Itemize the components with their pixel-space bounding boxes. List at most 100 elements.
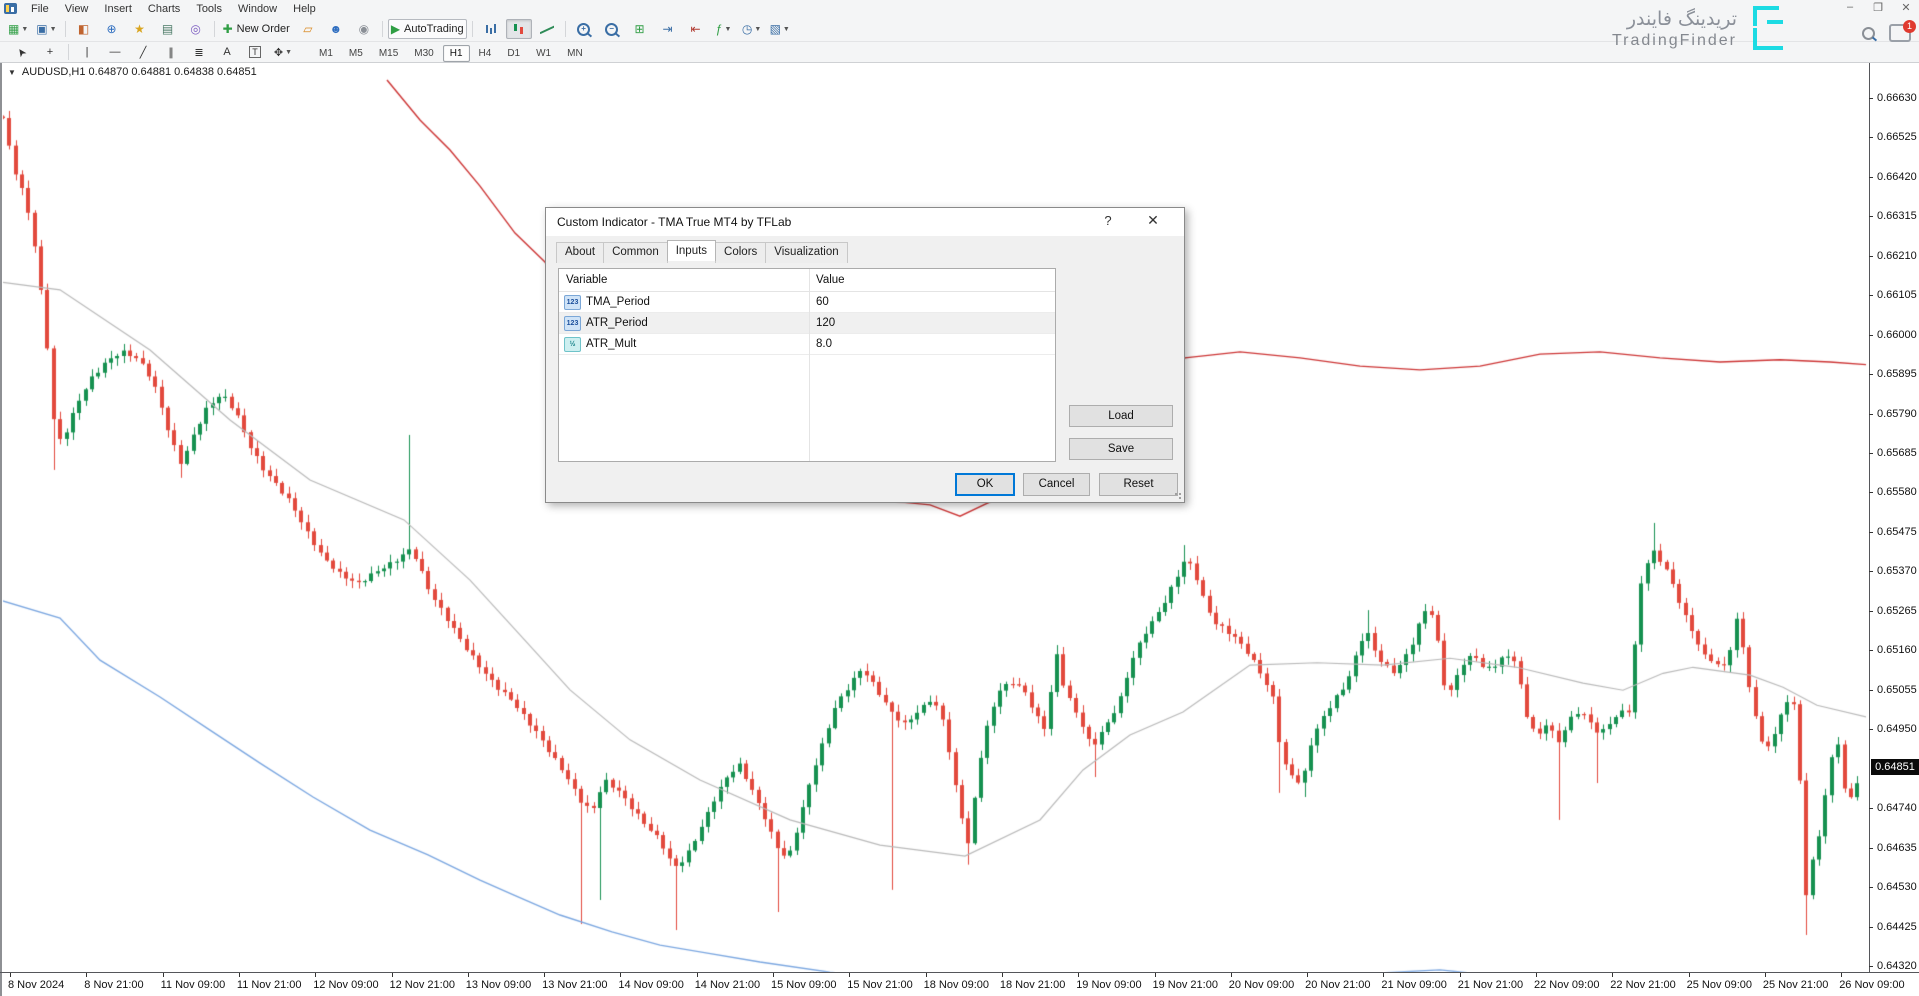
tile-windows-button[interactable]: ⊞ xyxy=(627,19,653,39)
fibonacci-tool-button[interactable]: ≣ xyxy=(186,42,212,62)
save-button[interactable]: Save xyxy=(1069,438,1173,460)
templates-button[interactable]: ▧▼ xyxy=(767,19,793,39)
new-chart-icon: ▦ xyxy=(8,22,19,36)
time-axis-label: 13 Nov 21:00 xyxy=(542,979,607,991)
resize-grip[interactable] xyxy=(1174,492,1182,500)
autotrading-icon: ▶ xyxy=(391,22,400,36)
dialog-close-icon[interactable]: ✕ xyxy=(1140,212,1166,229)
minimize-button[interactable]: – xyxy=(1841,1,1859,14)
search-icon[interactable] xyxy=(1862,27,1875,40)
time-tick xyxy=(1460,973,1461,977)
dialog-title: Custom Indicator - TMA True MT4 by TFLab xyxy=(557,215,791,229)
timeframe-m5[interactable]: M5 xyxy=(342,45,370,62)
timeframe-h1[interactable]: H1 xyxy=(443,45,470,62)
chart-shift-button[interactable]: ⇤ xyxy=(683,19,709,39)
menu-window[interactable]: Window xyxy=(230,1,285,17)
timeframe-m1[interactable]: M1 xyxy=(312,45,340,62)
indicators-list-button[interactable]: ƒ▼ xyxy=(711,19,737,39)
text-label-tool-button[interactable]: T xyxy=(242,42,268,62)
variable-value[interactable]: 8.0 xyxy=(809,334,1055,354)
chat-icon[interactable]: 1 xyxy=(1889,24,1911,42)
dialog-titlebar[interactable]: Custom Indicator - TMA True MT4 by TFLab… xyxy=(546,208,1184,236)
load-button[interactable]: Load xyxy=(1069,405,1173,427)
market-watch-button[interactable]: ◧ xyxy=(71,19,97,39)
input-row-atr_mult[interactable]: ½ATR_Mult8.0 xyxy=(559,334,1055,355)
tab-common[interactable]: Common xyxy=(603,242,668,263)
tab-about[interactable]: About xyxy=(556,242,604,263)
new-order-button[interactable]: ✚New Order xyxy=(220,19,293,39)
vertical-line-tool-button[interactable]: | xyxy=(74,42,100,62)
time-tick xyxy=(773,973,774,977)
dropdown-caret-icon: ▼ xyxy=(50,26,57,33)
strategy-tester-button[interactable]: ◎ xyxy=(183,19,209,39)
menu-charts[interactable]: Charts xyxy=(140,1,188,17)
equidistant-channel-tool-button[interactable]: ∥ xyxy=(158,42,184,62)
time-axis-label: 20 Nov 09:00 xyxy=(1229,979,1294,991)
data-window-button[interactable]: ⊕ xyxy=(99,19,125,39)
variable-value[interactable]: 120 xyxy=(809,313,1055,333)
restore-button[interactable]: ❐ xyxy=(1869,1,1887,14)
timeframe-d1[interactable]: D1 xyxy=(500,45,527,62)
periods-button[interactable]: ◷▼ xyxy=(739,19,765,39)
bar-chart-button[interactable] xyxy=(478,19,504,39)
time-axis-label: 20 Nov 21:00 xyxy=(1305,979,1370,991)
auto-scroll-button[interactable]: ⇥ xyxy=(655,19,681,39)
close-button[interactable]: ✕ xyxy=(1897,1,1915,14)
cursor-tool-button[interactable]: ➤ xyxy=(9,42,35,62)
cancel-button[interactable]: Cancel xyxy=(1023,473,1090,496)
timeframe-w1[interactable]: W1 xyxy=(529,45,558,62)
new-chart-button[interactable]: ▦▼ xyxy=(5,19,31,39)
autotrading-button[interactable]: ▶AutoTrading xyxy=(388,19,467,39)
variable-value[interactable]: 60 xyxy=(809,292,1055,312)
news-button[interactable]: ◉ xyxy=(351,19,377,39)
price-tick xyxy=(1869,137,1873,138)
dropdown-caret-icon: ▼ xyxy=(754,26,761,33)
community-button[interactable]: ☻ xyxy=(323,19,349,39)
toolbar-separator xyxy=(472,21,473,37)
input-row-atr_period[interactable]: 123ATR_Period120 xyxy=(559,313,1055,334)
zoom-in-button[interactable]: + xyxy=(571,19,597,39)
periods-icon: ◷ xyxy=(742,22,752,36)
time-tick xyxy=(1612,973,1613,977)
candle-chart-button[interactable] xyxy=(506,19,532,39)
time-axis-label: 26 Nov 09:00 xyxy=(1839,979,1904,991)
tab-inputs[interactable]: Inputs xyxy=(667,240,716,261)
zoom-out-button[interactable]: − xyxy=(599,19,625,39)
navigator-button[interactable]: ★ xyxy=(127,19,153,39)
profiles-button[interactable]: ▣▼ xyxy=(33,19,59,39)
price-axis-label: 0.65265 xyxy=(1877,605,1917,617)
menu-insert[interactable]: Insert xyxy=(96,1,140,17)
menu-file[interactable]: File xyxy=(23,1,57,17)
trend-line-tool-button[interactable]: ╱ xyxy=(130,42,156,62)
input-row-tma_period[interactable]: 123TMA_Period60 xyxy=(559,292,1055,313)
terminal-button[interactable]: ▤ xyxy=(155,19,181,39)
crosshair-tool-button[interactable]: + xyxy=(37,42,63,62)
tab-colors[interactable]: Colors xyxy=(715,242,766,263)
chevron-down-icon[interactable]: ▼ xyxy=(8,68,16,77)
reset-button[interactable]: Reset xyxy=(1099,473,1178,496)
time-tick xyxy=(468,973,469,977)
time-axis-label: 13 Nov 09:00 xyxy=(466,979,531,991)
indicator-dialog: Custom Indicator - TMA True MT4 by TFLab… xyxy=(545,207,1185,503)
text-tool-button[interactable]: A xyxy=(214,42,240,62)
menu-help[interactable]: Help xyxy=(285,1,324,17)
price-axis-label: 0.66420 xyxy=(1877,171,1917,183)
mql5-book-button[interactable]: ▱ xyxy=(295,19,321,39)
timeframe-m15[interactable]: M15 xyxy=(372,45,405,62)
tab-visualization[interactable]: Visualization xyxy=(765,242,847,263)
toolbar-separator xyxy=(382,21,383,37)
timeframe-h4[interactable]: H4 xyxy=(472,45,499,62)
help-button[interactable]: ? xyxy=(1096,213,1120,228)
ok-button[interactable]: OK xyxy=(955,473,1015,496)
horizontal-line-tool-button[interactable]: — xyxy=(102,42,128,62)
menu-tools[interactable]: Tools xyxy=(188,1,230,17)
menu-view[interactable]: View xyxy=(57,1,97,17)
time-axis-label: 11 Nov 09:00 xyxy=(161,979,226,991)
line-chart-button[interactable] xyxy=(534,19,560,39)
table-header-row: Variable Value xyxy=(559,269,1055,292)
timeframe-mn[interactable]: MN xyxy=(560,45,590,62)
time-axis-label: 25 Nov 09:00 xyxy=(1687,979,1752,991)
arrows-tool-button[interactable]: ✥▼ xyxy=(270,42,296,62)
timeframe-m30[interactable]: M30 xyxy=(407,45,440,62)
time-tick xyxy=(697,973,698,977)
